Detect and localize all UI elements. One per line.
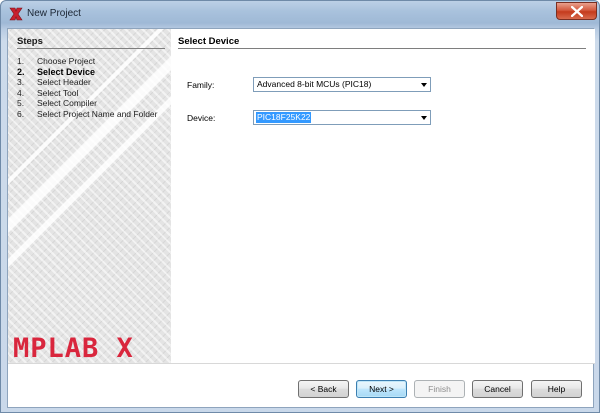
step-number: 5. bbox=[17, 98, 25, 108]
step-number: 6. bbox=[17, 108, 25, 119]
step-label: Select Header bbox=[37, 77, 91, 87]
step-number: 2. bbox=[17, 66, 25, 77]
family-label: Family: bbox=[187, 80, 215, 90]
close-icon bbox=[571, 6, 583, 17]
step-item-select-compiler: 5. Select Compiler bbox=[17, 98, 167, 109]
help-button[interactable]: Help bbox=[531, 380, 582, 398]
new-project-window: New Project Steps 1. Choose Project 2. S… bbox=[0, 0, 600, 413]
mplab-x-logo: MPLAB X bbox=[13, 333, 134, 363]
next-button[interactable]: Next > bbox=[356, 380, 407, 398]
step-label: Select Device bbox=[37, 66, 96, 77]
step-item-select-project-name: 6. Select Project Name and Folder bbox=[17, 109, 167, 131]
device-dropdown[interactable]: PIC18F25K22 bbox=[253, 110, 431, 125]
steps-divider bbox=[17, 48, 165, 49]
finish-button[interactable]: Finish bbox=[414, 380, 465, 398]
steps-heading: Steps bbox=[17, 36, 43, 47]
close-button[interactable] bbox=[556, 2, 597, 20]
cancel-button[interactable]: Cancel bbox=[472, 380, 523, 398]
step-item-choose-project: 1. Choose Project bbox=[17, 56, 167, 67]
step-item-select-header: 3. Select Header bbox=[17, 77, 167, 88]
step-number: 4. bbox=[17, 87, 25, 98]
button-bar-divider bbox=[8, 363, 595, 364]
section-divider bbox=[178, 48, 586, 49]
step-number: 3. bbox=[17, 77, 25, 87]
wizard-body: Steps 1. Choose Project 2. Select Device… bbox=[7, 28, 595, 408]
section-title: Select Device bbox=[178, 36, 240, 47]
step-label: Select Compiler bbox=[37, 98, 97, 108]
family-dropdown-value: Advanced 8-bit MCUs (PIC18) bbox=[257, 79, 372, 89]
back-button[interactable]: < Back bbox=[298, 380, 349, 398]
step-label: Select Tool bbox=[37, 87, 79, 98]
step-label: Select Project Name and Folder bbox=[37, 108, 158, 119]
app-logo-icon bbox=[9, 7, 23, 21]
family-dropdown[interactable]: Advanced 8-bit MCUs (PIC18) bbox=[253, 77, 431, 92]
device-dropdown-value[interactable]: PIC18F25K22 bbox=[256, 112, 312, 123]
title-bar[interactable]: New Project bbox=[1, 1, 600, 27]
chevron-down-icon[interactable] bbox=[421, 116, 427, 120]
steps-panel: Steps 1. Choose Project 2. Select Device… bbox=[8, 29, 171, 363]
steps-list: 1. Choose Project 2. Select Device 3. Se… bbox=[17, 56, 167, 131]
step-item-select-tool: 4. Select Tool bbox=[17, 88, 167, 99]
select-device-panel: Select Device Family: Advanced 8-bit MCU… bbox=[178, 29, 595, 363]
step-number: 1. bbox=[17, 56, 25, 66]
step-label: Choose Project bbox=[37, 56, 96, 66]
window-title: New Project bbox=[27, 8, 81, 19]
device-label: Device: bbox=[187, 113, 216, 123]
chevron-down-icon[interactable] bbox=[421, 83, 427, 87]
step-item-select-device: 2. Select Device bbox=[17, 67, 167, 78]
